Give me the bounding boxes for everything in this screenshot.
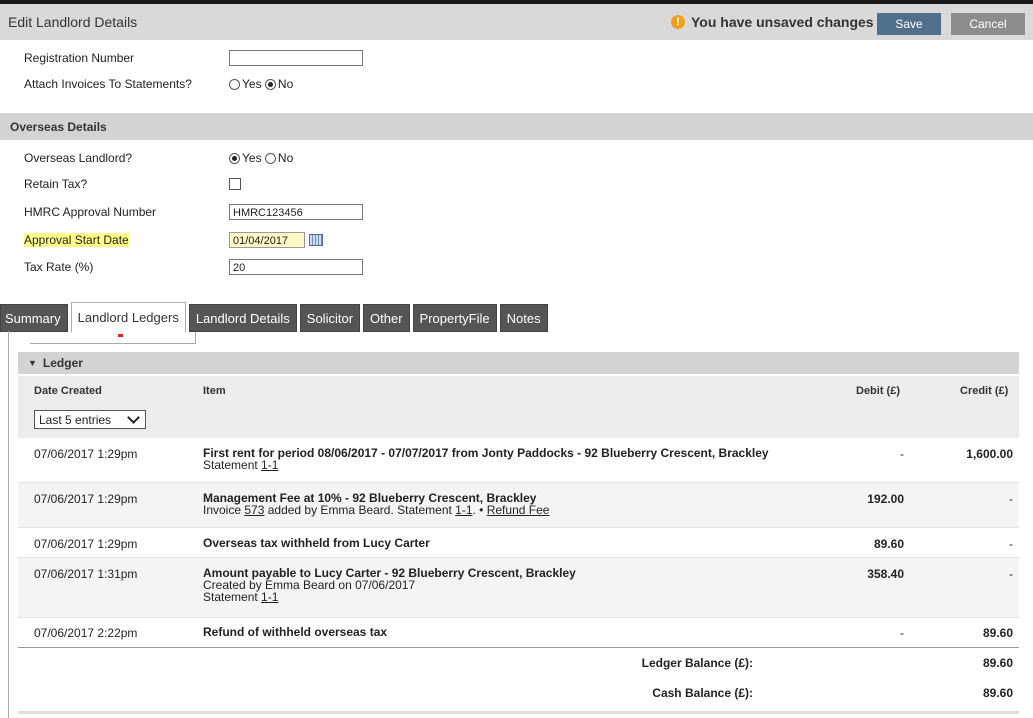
attach-invoices-row: Attach Invoices To Statements? Yes No — [24, 75, 293, 93]
col-date-created: Date Created — [34, 385, 102, 397]
ledger-balance-label: Ledger Balance (£): — [641, 656, 753, 670]
row-credit: - — [1009, 567, 1013, 581]
row-credit: - — [1009, 492, 1013, 506]
approval-start-input[interactable]: 01/04/2017 — [229, 232, 305, 248]
approval-start-row: Approval Start Date 01/04/2017 — [24, 231, 323, 249]
table-row: 07/06/2017 1:29pm Overseas tax withheld … — [18, 528, 1019, 558]
tab-landlord-details[interactable]: Landlord Details — [188, 304, 297, 332]
radio-no[interactable] — [264, 78, 276, 90]
row-item: Overseas tax withheld from Lucy Carter — [203, 536, 430, 550]
table-row: 07/06/2017 1:29pm First rent for period … — [18, 438, 1019, 483]
row-date: 07/06/2017 1:29pm — [34, 492, 138, 506]
row-debit: - — [900, 447, 904, 461]
retain-tax-checkbox[interactable] — [229, 178, 241, 190]
table-row: 07/06/2017 1:29pm Management Fee at 10% … — [18, 483, 1019, 528]
row-debit: 358.40 — [867, 567, 904, 581]
row-credit: 89.60 — [982, 626, 1013, 640]
chevron-down-icon — [127, 411, 140, 424]
registration-label: Registration Number — [24, 51, 135, 65]
overseas-landlord-row: Overseas Landlord? Yes No — [24, 149, 293, 167]
row-date: 07/06/2017 1:31pm — [34, 567, 138, 581]
tab-landlord-ledgers[interactable]: Landlord Ledgers — [70, 302, 186, 332]
tab-solicitor[interactable]: Solicitor — [299, 304, 361, 332]
registration-row: Registration Number — [24, 49, 363, 67]
registration-input[interactable] — [229, 50, 363, 66]
radio-yes[interactable] — [229, 78, 240, 90]
tab-bar: Summary Landlord Ledgers Landlord Detail… — [0, 302, 551, 332]
overseas-landlord-label: Overseas Landlord? — [24, 151, 133, 165]
row-debit: 89.60 — [873, 537, 904, 551]
divider — [195, 332, 196, 344]
row-item: Amount payable to Lucy Carter - 92 Blueb… — [203, 566, 576, 604]
row-credit: - — [1009, 537, 1013, 551]
tax-rate-label: Tax Rate (%) — [24, 260, 94, 274]
scroll-clip-mark — [118, 334, 123, 337]
row-item: Refund of withheld overseas tax — [203, 625, 388, 639]
hmrc-input[interactable]: HMRC123456 — [229, 204, 363, 220]
unsaved-text: You have unsaved changes — [691, 14, 874, 30]
col-debit: Debit (£) — [856, 385, 900, 397]
warning-icon: ! — [671, 15, 685, 29]
refund-fee-link[interactable]: Refund Fee — [487, 503, 550, 517]
row-date: 07/06/2017 1:29pm — [34, 447, 138, 461]
hmrc-row: HMRC Approval Number HMRC123456 — [24, 203, 363, 221]
radio-yes[interactable] — [229, 152, 240, 164]
page-title: Edit Landlord Details — [8, 14, 138, 30]
col-item: Item — [203, 385, 226, 397]
overseas-section-header: Overseas Details — [0, 113, 1033, 140]
row-date: 07/06/2017 2:22pm — [34, 626, 138, 640]
hmrc-label: HMRC Approval Number — [24, 205, 157, 219]
cash-balance-value: 89.60 — [982, 686, 1013, 700]
invoice-link[interactable]: 573 — [244, 503, 264, 517]
row-date: 07/06/2017 1:29pm — [34, 537, 138, 551]
col-credit: Credit (£) — [960, 385, 1009, 397]
cancel-button[interactable]: Cancel — [951, 13, 1025, 35]
collapse-triangle-icon[interactable]: ▼ — [28, 358, 37, 368]
tab-other[interactable]: Other — [363, 304, 410, 332]
retain-tax-row: Retain Tax? — [24, 175, 241, 193]
statement-link[interactable]: 1-1 — [261, 590, 278, 604]
radio-no[interactable] — [264, 152, 276, 164]
ledger-title: Ledger — [42, 356, 83, 370]
row-debit: - — [900, 626, 904, 640]
approval-start-label: Approval Start Date — [24, 233, 129, 247]
row-debit: 192.00 — [867, 492, 904, 506]
unsaved-warning: ! You have unsaved changes — [671, 14, 874, 30]
cash-balance-label: Cash Balance (£): — [652, 686, 753, 700]
ledger-header[interactable]: ▼ Ledger — [18, 352, 1019, 374]
tab-notes[interactable]: Notes — [499, 304, 548, 332]
row-credit: 1,600.00 — [966, 447, 1013, 461]
ledger-balance-value: 89.60 — [982, 656, 1013, 670]
tab-propertyfile[interactable]: PropertyFile — [412, 304, 497, 332]
overseas-no[interactable]: No — [264, 151, 293, 165]
attach-invoices-label: Attach Invoices To Statements? — [24, 77, 192, 91]
row-item: First rent for period 08/06/2017 - 07/07… — [203, 446, 769, 472]
attach-invoices-yes[interactable]: Yes — [229, 77, 262, 91]
row-item: Management Fee at 10% - 92 Blueberry Cre… — [203, 491, 550, 517]
tax-rate-input[interactable]: 20 — [229, 259, 363, 275]
divider — [30, 343, 195, 344]
tax-rate-row: Tax Rate (%) 20 — [24, 258, 363, 276]
retain-tax-label: Retain Tax? — [24, 177, 88, 191]
save-button[interactable]: Save — [877, 13, 941, 35]
attach-invoices-no[interactable]: No — [264, 77, 293, 91]
header-bar: Edit Landlord Details ! You have unsaved… — [0, 0, 1033, 40]
table-row: 07/06/2017 2:22pm Refund of withheld ove… — [18, 618, 1019, 648]
statement-link[interactable]: 1-1 — [455, 503, 472, 517]
overseas-yes[interactable]: Yes — [229, 151, 262, 165]
tab-summary[interactable]: Summary — [0, 304, 68, 332]
statement-link[interactable]: 1-1 — [261, 458, 278, 472]
divider — [18, 711, 1019, 714]
calendar-icon[interactable] — [309, 234, 323, 246]
entries-filter-select[interactable]: Last 5 entries — [34, 410, 146, 429]
table-row: 07/06/2017 1:31pm Amount payable to Lucy… — [18, 558, 1019, 618]
